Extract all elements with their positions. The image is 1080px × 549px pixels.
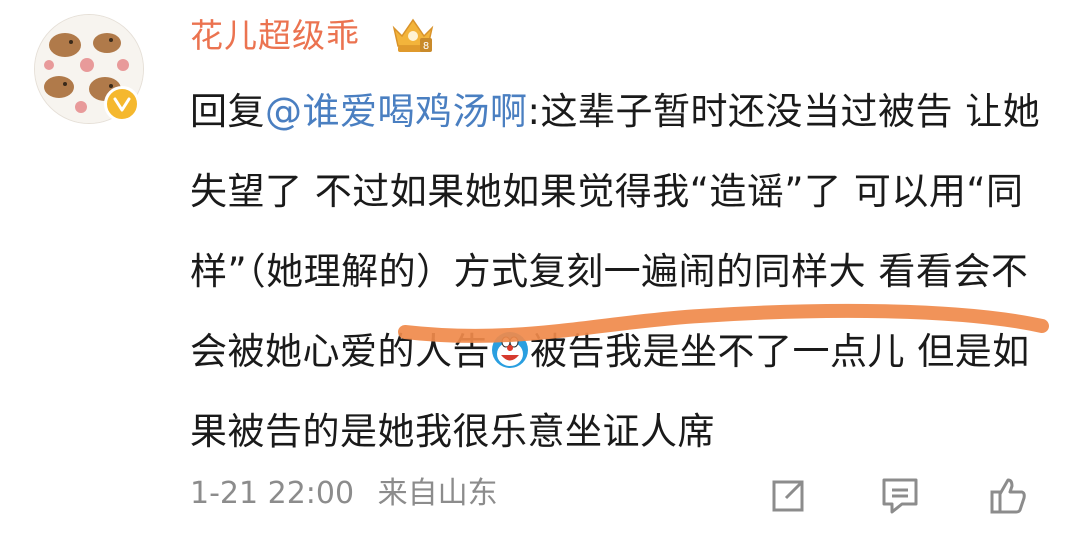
verified-badge-icon bbox=[104, 86, 140, 122]
svg-text:8: 8 bbox=[423, 41, 429, 52]
share-button[interactable] bbox=[764, 472, 812, 520]
comment-icon bbox=[882, 478, 918, 514]
reply-prefix: 回复 bbox=[190, 90, 265, 133]
location: 来自山东 bbox=[377, 476, 498, 511]
doraemon-emoji-icon bbox=[490, 318, 530, 368]
like-button[interactable] bbox=[984, 472, 1032, 520]
comment-actions bbox=[760, 472, 1060, 520]
share-icon bbox=[772, 480, 804, 512]
comment-text: 回复@谁爱喝鸡汤啊:这辈子暂时还没当过被告 让她失望了 不过如果她如果觉得我“造… bbox=[190, 72, 1050, 472]
username[interactable]: 花儿超级乖 bbox=[190, 14, 360, 58]
reply-button[interactable] bbox=[876, 472, 924, 520]
crown-vip-badge-icon[interactable]: 8 bbox=[388, 14, 438, 56]
comment-meta: 1-21 22:00 来自山东 bbox=[190, 472, 498, 516]
timestamp: 1-21 22:00 bbox=[190, 476, 355, 511]
mention-link[interactable]: @谁爱喝鸡汤啊 bbox=[265, 90, 528, 133]
thumbs-up-icon bbox=[990, 478, 1026, 514]
mention-separator: : bbox=[527, 90, 541, 133]
